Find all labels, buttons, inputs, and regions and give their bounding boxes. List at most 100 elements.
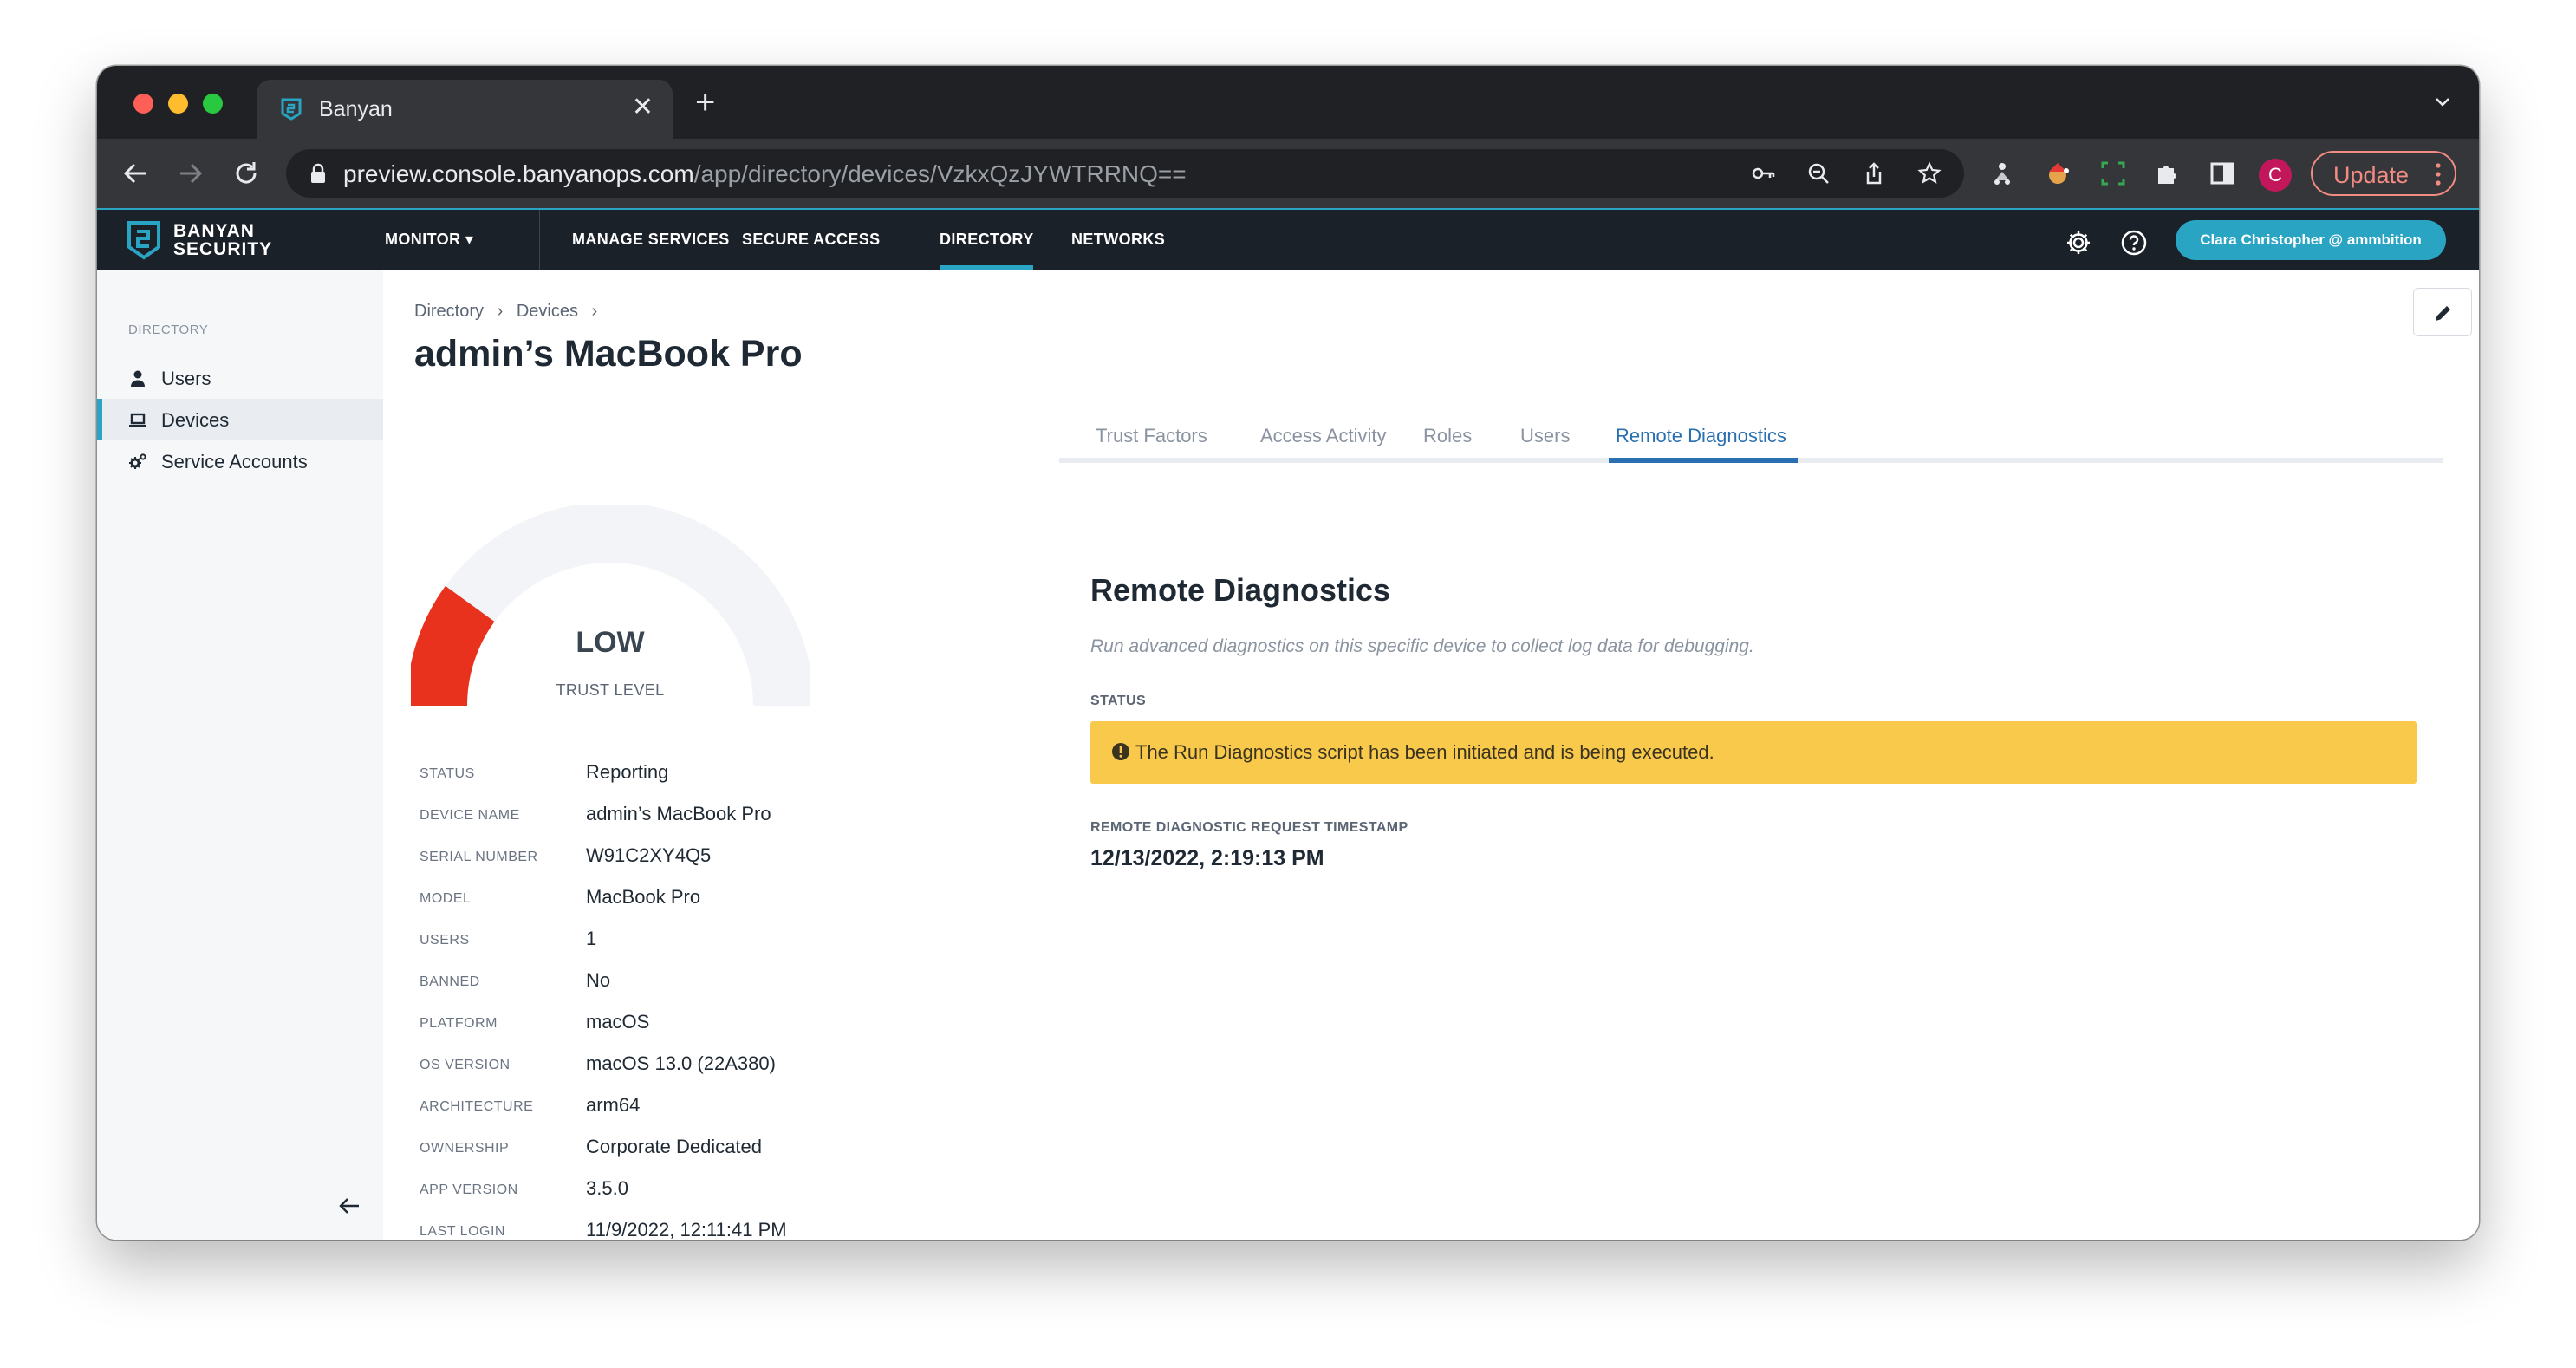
sidebar-item-devices[interactable]: Devices bbox=[97, 399, 383, 440]
tab-close-icon[interactable]: ✕ bbox=[632, 92, 654, 122]
detail-value: No bbox=[586, 969, 611, 991]
zoom-window-button[interactable] bbox=[203, 94, 223, 114]
detail-row: USERS 1 bbox=[420, 928, 853, 954]
banyan-logo-icon[interactable] bbox=[127, 220, 161, 260]
address-bar[interactable]: preview.console.banyanops.com/app/direct… bbox=[286, 149, 1964, 198]
update-button[interactable]: Update bbox=[2311, 151, 2456, 196]
detail-value: 3.5.0 bbox=[586, 1177, 628, 1199]
url-text[interactable]: preview.console.banyanops.com/app/direct… bbox=[343, 160, 1187, 188]
detail-value: macOS bbox=[586, 1011, 650, 1033]
detail-label: APP VERSION bbox=[420, 1182, 518, 1197]
detail-value: 11/9/2022, 12:11:41 PM bbox=[586, 1219, 787, 1240]
main-content: Directory › Devices › admin’s MacBook Pr… bbox=[383, 270, 2479, 1240]
breadcrumb-separator: › bbox=[497, 302, 504, 321]
sidebar-item-users[interactable]: Users bbox=[97, 357, 383, 399]
sidebar-heading: DIRECTORY bbox=[128, 322, 209, 337]
breadcrumb-devices-link[interactable]: Devices bbox=[517, 302, 578, 321]
nav-directory[interactable]: DIRECTORY bbox=[940, 231, 1034, 249]
screen-capture-icon[interactable] bbox=[2099, 160, 2127, 187]
close-window-button[interactable] bbox=[133, 94, 153, 114]
update-label: Update bbox=[2333, 162, 2410, 188]
detail-value: arm64 bbox=[586, 1094, 641, 1116]
page-title: admin’s MacBook Pro bbox=[414, 333, 803, 375]
nav-divider bbox=[539, 210, 540, 272]
status-label: STATUS bbox=[1090, 694, 1147, 708]
detail-label: ARCHITECTURE bbox=[420, 1099, 534, 1114]
profile-avatar[interactable]: C bbox=[2259, 159, 2292, 192]
new-tab-button[interactable]: + bbox=[695, 85, 715, 120]
sidebar-item-label: Service Accounts bbox=[161, 451, 308, 472]
help-question-icon[interactable] bbox=[2120, 229, 2148, 257]
detail-value: W91C2XY4Q5 bbox=[586, 844, 712, 866]
extension-puzzle-person-icon[interactable] bbox=[1988, 160, 2016, 187]
nav-networks[interactable]: NETWORKS bbox=[1071, 231, 1165, 249]
side-panel-icon[interactable] bbox=[2208, 160, 2236, 187]
detail-value: Corporate Dedicated bbox=[586, 1136, 763, 1157]
tab-strip: Banyan ✕ + bbox=[97, 66, 2479, 139]
section-description: Run advanced diagnostics on this specifi… bbox=[1090, 636, 1754, 656]
device-tabs: Trust Factors Access Activity Roles User… bbox=[1059, 409, 2443, 463]
sidebar-item-label: Devices bbox=[161, 409, 230, 431]
breadcrumb: Directory › Devices › bbox=[414, 302, 606, 322]
detail-label: BANNED bbox=[420, 974, 480, 989]
cogs-icon bbox=[129, 453, 146, 469]
extensions-puzzle-icon[interactable] bbox=[2153, 160, 2181, 187]
detail-label: LAST LOGIN bbox=[420, 1224, 505, 1239]
nav-manage-services[interactable]: MANAGE SERVICES bbox=[572, 231, 730, 249]
app-navbar: BANYAN SECURITY MONITOR ▾ MANAGE SERVICE… bbox=[97, 208, 2479, 272]
detail-row: BANNED No bbox=[420, 969, 853, 995]
bookmark-star-icon[interactable] bbox=[1917, 161, 1942, 186]
banyan-logo-text[interactable]: BANYAN SECURITY bbox=[173, 222, 272, 258]
tab-roles[interactable]: Roles bbox=[1423, 425, 1472, 447]
exclamation-circle-icon bbox=[1112, 743, 1129, 760]
browser-window: Banyan ✕ + preview.console.banyanops.com… bbox=[97, 66, 2479, 1240]
tab-trust-factors[interactable]: Trust Factors bbox=[1096, 425, 1207, 447]
tab-search-chevron-icon[interactable] bbox=[2432, 92, 2453, 113]
timestamp-value: 12/13/2022, 2:19:13 PM bbox=[1090, 846, 1324, 870]
zoom-icon[interactable] bbox=[1806, 161, 1831, 186]
detail-label: DEVICE NAME bbox=[420, 808, 520, 823]
key-icon[interactable] bbox=[1751, 161, 1775, 186]
detail-row: LAST LOGIN 11/9/2022, 12:11:41 PM bbox=[420, 1219, 853, 1240]
holiday-extension-icon[interactable] bbox=[2044, 160, 2072, 187]
status-alert: The Run Diagnostics script has been init… bbox=[1090, 721, 2417, 784]
forward-arrow-icon[interactable] bbox=[175, 158, 206, 189]
share-icon[interactable] bbox=[1862, 161, 1886, 186]
lock-icon[interactable] bbox=[309, 163, 328, 184]
active-tab-indicator bbox=[1609, 458, 1798, 463]
browser-tab[interactable]: Banyan ✕ bbox=[257, 80, 673, 139]
detail-label: MODEL bbox=[420, 891, 472, 906]
back-arrow-icon[interactable] bbox=[120, 158, 151, 189]
tab-access-activity[interactable]: Access Activity bbox=[1260, 425, 1386, 447]
caret-down-icon: ▾ bbox=[465, 231, 474, 248]
more-vertical-icon[interactable] bbox=[2436, 162, 2441, 186]
detail-label: SERIAL NUMBER bbox=[420, 850, 538, 864]
detail-row: ARCHITECTURE arm64 bbox=[420, 1094, 853, 1120]
detail-row: MODEL MacBook Pro bbox=[420, 886, 853, 912]
settings-gear-icon[interactable] bbox=[2065, 229, 2092, 257]
detail-label: OWNERSHIP bbox=[420, 1141, 510, 1156]
nav-monitor[interactable]: MONITOR ▾ bbox=[385, 231, 473, 249]
sidebar-item-service-accounts[interactable]: Service Accounts bbox=[97, 440, 383, 482]
breadcrumb-directory-link[interactable]: Directory bbox=[414, 302, 484, 321]
minimize-window-button[interactable] bbox=[168, 94, 188, 114]
pencil-icon bbox=[2436, 306, 2450, 321]
trust-level-label: TRUST LEVEL bbox=[556, 681, 665, 699]
detail-row: OWNERSHIP Corporate Dedicated bbox=[420, 1136, 853, 1162]
reload-icon[interactable] bbox=[231, 158, 262, 189]
trust-level-value: LOW bbox=[576, 626, 645, 659]
breadcrumb-separator: › bbox=[591, 302, 598, 321]
user-account-button[interactable]: Clara Christopher @ ammbition bbox=[2176, 220, 2446, 260]
detail-row: APP VERSION 3.5.0 bbox=[420, 1177, 853, 1203]
tab-title: Banyan bbox=[319, 97, 393, 121]
detail-row: DEVICE NAME admin’s MacBook Pro bbox=[420, 803, 853, 829]
sidebar: DIRECTORY Users Devices Service Accounts bbox=[97, 270, 383, 1240]
tab-users[interactable]: Users bbox=[1520, 425, 1570, 447]
detail-row: OS VERSION macOS 13.0 (22A380) bbox=[420, 1052, 853, 1078]
tab-remote-diagnostics[interactable]: Remote Diagnostics bbox=[1616, 425, 1786, 447]
collapse-sidebar-arrow-icon[interactable] bbox=[336, 1193, 362, 1219]
nav-secure-access[interactable]: SECURE ACCESS bbox=[742, 231, 881, 249]
user-icon bbox=[131, 370, 145, 387]
detail-label: USERS bbox=[420, 933, 470, 948]
edit-button[interactable] bbox=[2413, 288, 2472, 336]
